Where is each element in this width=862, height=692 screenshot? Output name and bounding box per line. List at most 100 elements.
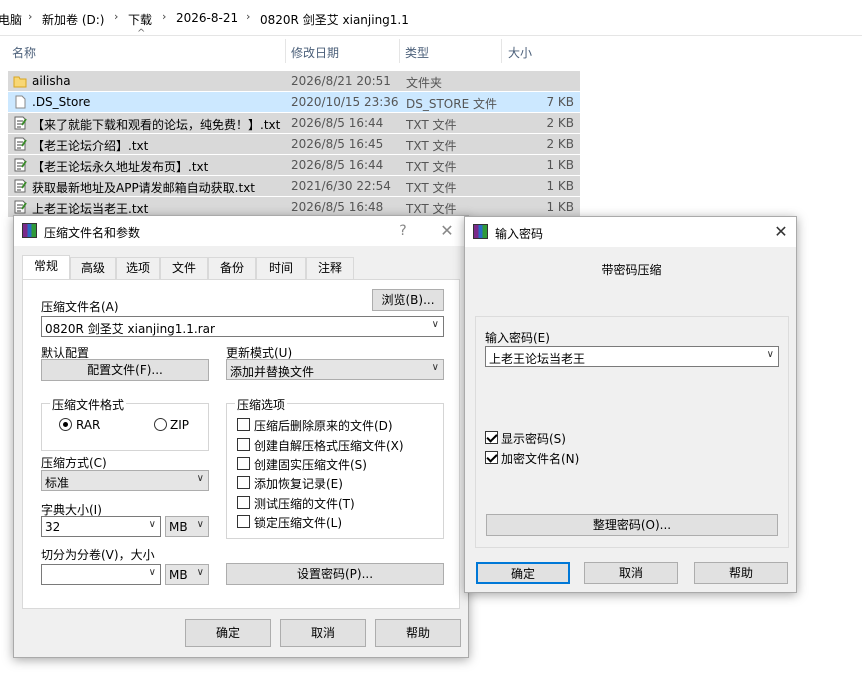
column-size[interactable]: 大小	[508, 44, 532, 61]
archive-options-group: 压缩选项 压缩后删除原来的文件(D) 创建自解压格式压缩文件(X) 创建固实压缩…	[226, 396, 444, 539]
file-icon	[13, 95, 27, 109]
chevron-down-icon[interactable]: ∨	[432, 319, 439, 330]
split-volume-input[interactable]: ∨	[41, 564, 161, 585]
file-row[interactable]: 【来了就能下载和观看的论坛，纯免费！】.txt 2026/8/5 16:44 T…	[8, 113, 580, 133]
close-icon[interactable]: ✕	[768, 221, 794, 243]
encrypt-filenames-label[interactable]: 加密文件名(N)	[501, 450, 579, 467]
chevron-down-icon: ∨	[148, 519, 156, 530]
profiles-button[interactable]: 配置文件(F)...	[41, 359, 209, 381]
ok-button[interactable]: 确定	[476, 562, 570, 584]
recovery-record-checkbox[interactable]	[237, 476, 250, 489]
tab-general[interactable]: 常规	[22, 255, 70, 280]
close-icon[interactable]: ✕	[434, 220, 460, 242]
cancel-button[interactable]: 取消	[280, 619, 366, 647]
solid-checkbox[interactable]	[237, 457, 250, 470]
tab-options[interactable]: 选项	[116, 257, 160, 279]
chevron-right-icon: ›	[162, 10, 167, 23]
recovery-record-label[interactable]: 添加恢复记录(E)	[254, 475, 343, 492]
chevron-down-icon[interactable]: ∨	[767, 349, 774, 360]
column-divider[interactable]	[399, 39, 400, 63]
breadcrumb-current-folder[interactable]: 0820R 剑圣艾 xianjing1.1	[260, 11, 409, 28]
address-bar[interactable]: 电脑 › 新加卷 (D:) › 下载 › 2026-8-21 › 0820R 剑…	[0, 0, 862, 36]
tab-time[interactable]: 时间	[256, 257, 306, 279]
chevron-down-icon: ∨	[196, 567, 204, 578]
column-date[interactable]: 修改日期	[291, 44, 339, 61]
chevron-right-icon: ›	[28, 10, 33, 23]
file-row[interactable]: 【老王论坛介绍】.txt 2026/8/5 16:45 TXT 文件 2 KB	[8, 134, 580, 154]
chevron-down-icon: ∨	[431, 362, 439, 373]
encrypt-filenames-checkbox[interactable]	[485, 451, 498, 464]
format-zip-label[interactable]: ZIP	[170, 418, 189, 432]
chevron-down-icon: ∨	[196, 519, 204, 530]
test-files-label[interactable]: 测试压缩的文件(T)	[254, 495, 355, 512]
file-row[interactable]: ailisha 2026/8/21 20:51 文件夹	[8, 71, 580, 91]
breadcrumb-drive[interactable]: 新加卷 (D:)	[42, 11, 104, 28]
column-divider[interactable]	[501, 39, 502, 63]
file-row[interactable]: 【老王论坛永久地址发布页】.txt 2026/8/5 16:44 TXT 文件 …	[8, 155, 580, 175]
update-mode-select[interactable]: 添加并替换文件 ∨	[226, 359, 444, 380]
column-divider[interactable]	[285, 39, 286, 63]
cancel-button[interactable]: 取消	[584, 562, 678, 584]
text-file-icon	[13, 179, 27, 193]
format-rar-radio[interactable]	[59, 418, 72, 431]
password-heading: 带密码压缩	[601, 263, 662, 277]
breadcrumb-downloads[interactable]: 下载	[128, 11, 152, 28]
organize-passwords-button[interactable]: 整理密码(O)...	[486, 514, 778, 536]
tab-backup[interactable]: 备份	[208, 257, 256, 279]
tab-advanced[interactable]: 高级	[70, 257, 116, 279]
breadcrumb-date-folder[interactable]: 2026-8-21	[176, 11, 238, 25]
tab-page-general: 压缩文件名(A) 浏览(B)... 0820R 剑圣艾 xianjing1.1.…	[22, 279, 460, 609]
password-dialog-title: 输入密码	[495, 227, 544, 241]
archive-dialog-titlebar[interactable]: 压缩文件名和参数 ? ✕	[14, 216, 468, 246]
dictionary-size-select[interactable]: 32 ∨	[41, 516, 161, 537]
archive-dialog-title: 压缩文件名和参数	[44, 226, 141, 240]
password-input[interactable]: 上老王论坛当老王 ∨	[485, 346, 779, 367]
sfx-label[interactable]: 创建自解压格式压缩文件(X)	[254, 437, 404, 454]
text-file-icon	[13, 116, 27, 130]
archive-format-title: 压缩文件格式	[50, 396, 127, 413]
delete-after-checkbox[interactable]	[237, 418, 250, 431]
help-button[interactable]: 帮助	[694, 562, 788, 584]
file-row[interactable]: .DS_Store 2020/10/15 23:36 DS_STORE 文件 7…	[8, 92, 580, 112]
lock-archive-checkbox[interactable]	[237, 515, 250, 528]
chevron-right-icon: ›	[246, 10, 251, 23]
folder-icon	[13, 74, 27, 88]
test-files-checkbox[interactable]	[237, 496, 250, 509]
split-unit-select[interactable]: MB ∨	[165, 564, 209, 585]
help-button[interactable]: 帮助	[375, 619, 461, 647]
column-header: 名称 修改日期 类型 大小	[0, 37, 580, 65]
ok-button[interactable]: 确定	[185, 619, 271, 647]
lock-archive-label[interactable]: 锁定压缩文件(L)	[254, 514, 342, 531]
set-password-button[interactable]: 设置密码(P)...	[226, 563, 444, 585]
format-rar-label[interactable]: RAR	[76, 418, 100, 432]
compression-method-select[interactable]: 标准 ∨	[41, 470, 209, 491]
breadcrumb-pc[interactable]: 电脑	[0, 11, 22, 28]
text-file-icon	[13, 200, 27, 214]
winrar-icon	[22, 223, 37, 238]
format-zip-radio[interactable]	[154, 418, 167, 431]
help-icon[interactable]: ?	[390, 220, 416, 242]
tab-files[interactable]: 文件	[160, 257, 208, 279]
text-file-icon	[13, 137, 27, 151]
delete-after-label[interactable]: 压缩后删除原来的文件(D)	[254, 417, 393, 434]
password-label: 输入密码(E)	[485, 331, 550, 345]
text-file-icon	[13, 158, 27, 172]
column-name[interactable]: 名称	[12, 44, 36, 61]
file-row[interactable]: 获取最新地址及APP请发邮箱自动获取.txt 2021/6/30 22:54 T…	[8, 176, 580, 196]
chevron-down-icon: ∨	[196, 473, 204, 484]
file-row[interactable]: 上老王论坛当老王.txt 2026/8/5 16:48 TXT 文件 1 KB	[8, 197, 580, 217]
solid-label[interactable]: 创建固实压缩文件(S)	[254, 456, 367, 473]
winrar-icon	[473, 224, 488, 239]
archive-name-input[interactable]: 0820R 剑圣艾 xianjing1.1.rar ∨	[41, 316, 444, 337]
show-password-label[interactable]: 显示密码(S)	[501, 430, 566, 447]
chevron-right-icon: ›	[114, 10, 119, 23]
archive-name-label: 压缩文件名(A)	[41, 300, 119, 314]
column-type[interactable]: 类型	[405, 44, 429, 61]
password-dialog-titlebar[interactable]: 输入密码 ✕	[465, 217, 796, 247]
browse-button[interactable]: 浏览(B)...	[372, 289, 444, 311]
tab-comment[interactable]: 注释	[306, 257, 354, 279]
sort-ascending-icon: ^	[137, 28, 146, 39]
dictionary-unit-select[interactable]: MB ∨	[165, 516, 209, 537]
show-password-checkbox[interactable]	[485, 431, 498, 444]
sfx-checkbox[interactable]	[237, 438, 250, 451]
